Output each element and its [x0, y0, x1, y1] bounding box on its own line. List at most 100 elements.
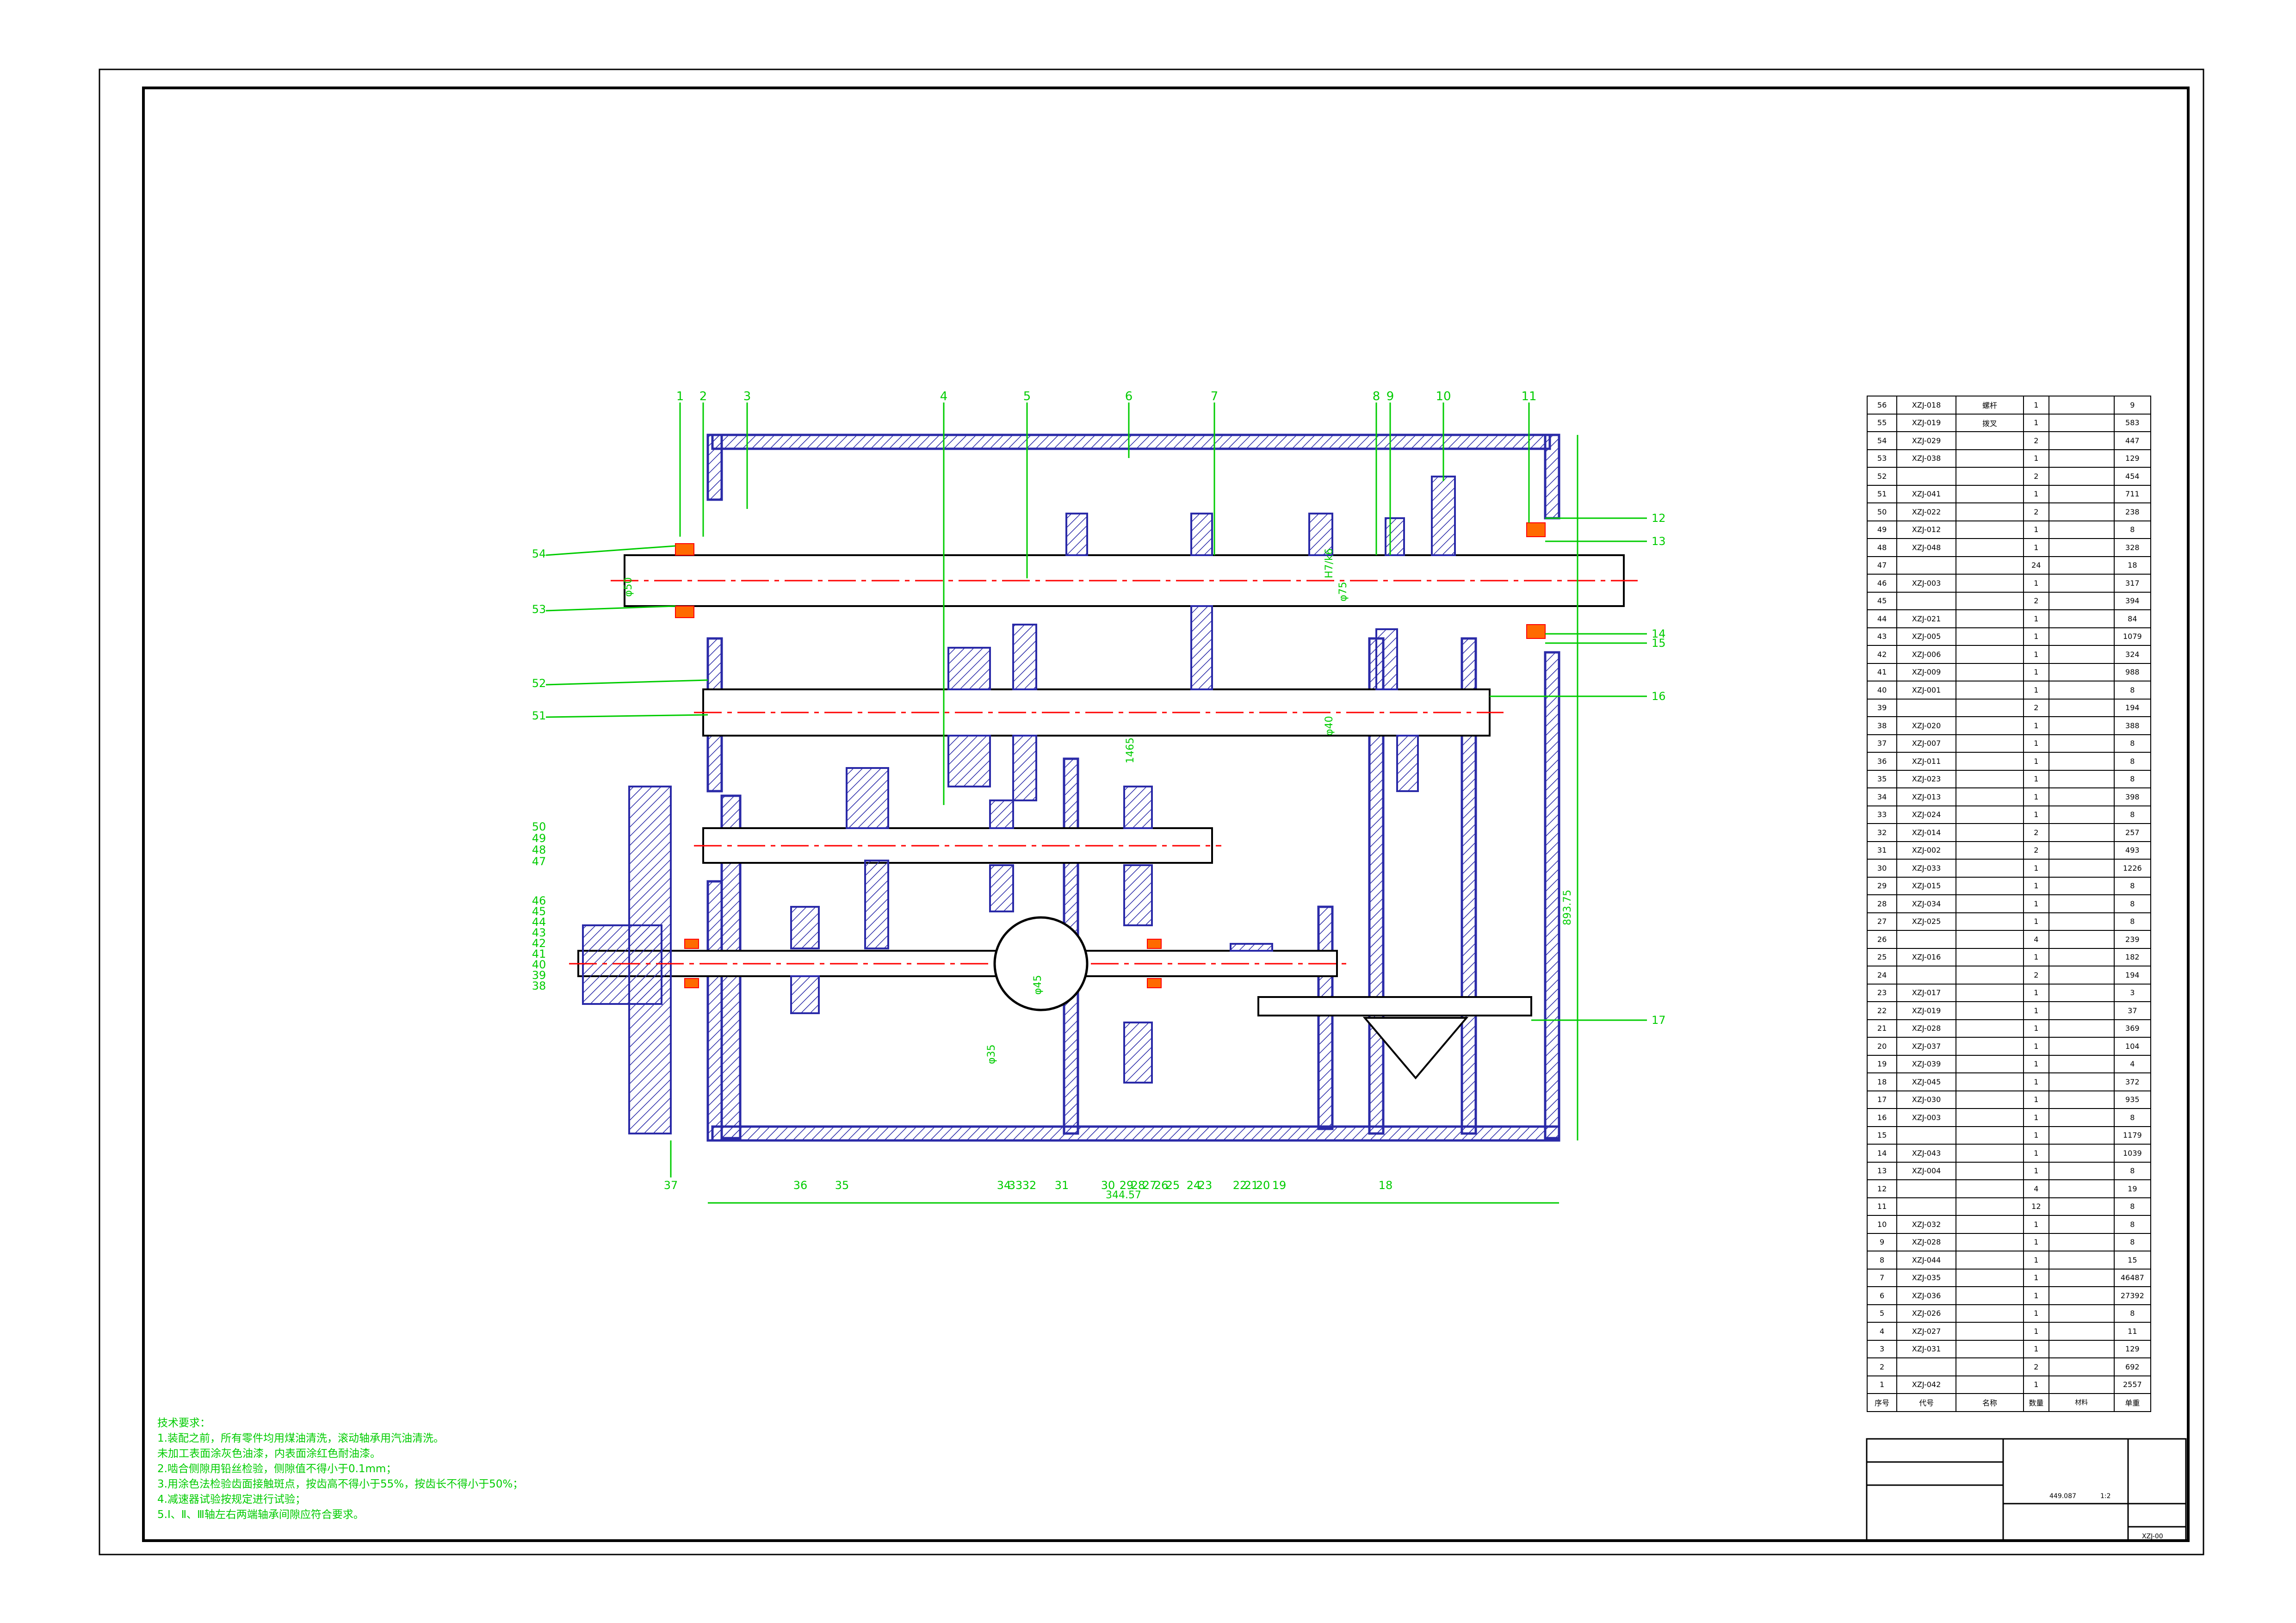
bom-cell-qty: 1	[2023, 1001, 2049, 1020]
bom-cell-name	[1956, 1339, 2024, 1358]
bom-body: 56 XZJ-018 螺杆 1 9 55 XZJ-019 拨叉 1 583 54 XZJ-029 2 44…	[1866, 396, 2152, 1394]
bom-cell-w: 8	[2113, 752, 2152, 771]
drawing-number: XZJ-00	[2142, 1533, 2163, 1540]
bom-cell-w: 9	[2113, 396, 2152, 415]
bom-cell-name	[1956, 1197, 2024, 1216]
bom-cell-mat	[2048, 538, 2115, 557]
bom-cell-no: 50	[1866, 502, 1898, 521]
bom-cell-mat	[2048, 520, 2115, 539]
bom-row: 51 XZJ-041 1 711	[1866, 484, 2152, 503]
bom-cell-w: 27392	[2113, 1286, 2152, 1305]
callout-9: 9	[1386, 390, 1394, 403]
bom-row: 40 XZJ-001 1 8	[1866, 681, 2152, 700]
bom-cell-w: 8	[2113, 769, 2152, 788]
gear-k	[1375, 628, 1398, 690]
bom-cell-qty: 1	[2023, 1072, 2049, 1091]
bom-table: 56 XZJ-018 螺杆 1 9 55 XZJ-019 拨叉 1 583 54 XZJ-029 2 44…	[1866, 396, 2152, 1412]
bom-cell-code	[1896, 467, 1957, 486]
bom-cell-code: XZJ-002	[1896, 841, 1957, 860]
bom-cell-mat	[2048, 805, 2115, 824]
bom-cell-qty: 1	[2023, 805, 2049, 824]
bom-cell-name	[1956, 983, 2024, 1002]
dim-fit-a: H7/k6	[1324, 548, 1335, 578]
notes-line-6: 5.Ⅰ、Ⅱ、Ⅲ轴左右两端轴承间隙应符合要求。	[157, 1509, 364, 1521]
bom-row: 22 XZJ-019 1 37	[1866, 1001, 2152, 1020]
callout-32: 32	[1022, 1179, 1037, 1192]
bom-cell-code: XZJ-004	[1896, 1161, 1957, 1180]
bom-cell-qty: 1	[2023, 663, 2049, 681]
title-block	[1866, 1438, 2187, 1542]
bom-cell-qty: 4	[2023, 930, 2049, 949]
bom-cell-no: 36	[1866, 752, 1898, 771]
bom-cell-name	[1956, 1072, 2024, 1091]
dim-dia-d: φ35	[986, 1044, 997, 1064]
bom-cell-mat	[2048, 396, 2115, 415]
gear-r	[1123, 864, 1153, 926]
callout-23: 23	[1198, 1179, 1213, 1192]
callout-52: 52	[532, 677, 546, 690]
bom-cell-w: 19	[2113, 1179, 2152, 1198]
gear-f	[947, 647, 991, 690]
dim-dia-b: φ75	[1337, 582, 1349, 601]
bom-cell-code: XZJ-007	[1896, 734, 1957, 753]
bom-cell-mat	[2048, 1090, 2115, 1109]
bom-cell-qty: 1	[2023, 876, 2049, 895]
technical-notes: 技术要求： 1.装配之前，所有零件均用煤油清洗，滚动轴承用汽油清洗。 未加工表面…	[157, 1416, 851, 1523]
bom-row: 52 2 454	[1866, 467, 2152, 486]
callout-36: 36	[793, 1179, 808, 1192]
bom-cell-mat	[2048, 1215, 2115, 1234]
bom-cell-w: 8	[2113, 805, 2152, 824]
bom-cell-no: 16	[1866, 1108, 1898, 1127]
bom-row: 9 XZJ-028 1 8	[1866, 1233, 2152, 1251]
bom-cell-no: 27	[1866, 912, 1898, 931]
bom-cell-code: XZJ-021	[1896, 609, 1957, 628]
bom-cell-qty: 2	[2023, 431, 2049, 450]
bom-cell-code: XZJ-042	[1896, 1375, 1957, 1394]
bom-cell-mat	[2048, 912, 2115, 931]
bom-cell-no: 21	[1866, 1019, 1898, 1038]
bom-cell-w: 1226	[2113, 859, 2152, 878]
bom-cell-w: 8	[2113, 1215, 2152, 1234]
bom-cell-code	[1896, 930, 1957, 949]
dim-overall-height: 893.75	[1562, 890, 1573, 925]
bom-cell-no: 29	[1866, 876, 1898, 895]
bom-cell-name	[1956, 1304, 2024, 1323]
bom-cell-code: XZJ-009	[1896, 663, 1957, 681]
callout-12: 12	[1652, 512, 1666, 525]
bom-cell-w: 84	[2113, 609, 2152, 628]
bom-cell-name	[1956, 841, 2024, 860]
bom-cell-no: 41	[1866, 663, 1898, 681]
bom-cell-no: 31	[1866, 841, 1898, 860]
bom-cell-qty: 1	[2023, 1037, 2049, 1056]
bom-cell-qty: 1	[2023, 627, 2049, 646]
callout-8: 8	[1373, 390, 1380, 403]
bom-cell-qty: 1	[2023, 1019, 2049, 1038]
gear-b	[1190, 513, 1213, 556]
bom-cell-code: XZJ-041	[1896, 484, 1957, 503]
bom-cell-w: 8	[2113, 1161, 2152, 1180]
bom-cell-w: 324	[2113, 645, 2152, 664]
bom-row: 42 XZJ-006 1 324	[1866, 645, 2152, 664]
bom-cell-code	[1896, 698, 1957, 717]
bom-cell-name	[1956, 1179, 2024, 1198]
bom-row: 43 XZJ-005 1 1079	[1866, 627, 2152, 646]
bom-cell-w: 692	[2113, 1357, 2152, 1376]
bom-cell-name	[1956, 1286, 2024, 1305]
shift-rod	[1257, 996, 1532, 1016]
gear-o	[989, 799, 1014, 829]
gear-v	[1230, 943, 1273, 952]
bom-cell-name	[1956, 859, 2024, 878]
bom-cell-no: 56	[1866, 396, 1898, 415]
bom-cell-qty: 1	[2023, 645, 2049, 664]
bom-row: 19 XZJ-039 1 4	[1866, 1054, 2152, 1073]
bom-cell-mat	[2048, 716, 2115, 735]
bom-row: 44 XZJ-021 1 84	[1866, 609, 2152, 628]
callout-2: 2	[699, 390, 707, 403]
callout-31: 31	[1055, 1179, 1069, 1192]
bom-cell-code: XZJ-012	[1896, 520, 1957, 539]
bom-cell-no: 5	[1866, 1304, 1898, 1323]
bom-cell-no: 22	[1866, 1001, 1898, 1020]
bom-cell-mat	[2048, 752, 2115, 771]
bom-cell-w: 328	[2113, 538, 2152, 557]
bom-header-row: 序号 代号 名称 数量 材料 单重	[1866, 1393, 2152, 1412]
